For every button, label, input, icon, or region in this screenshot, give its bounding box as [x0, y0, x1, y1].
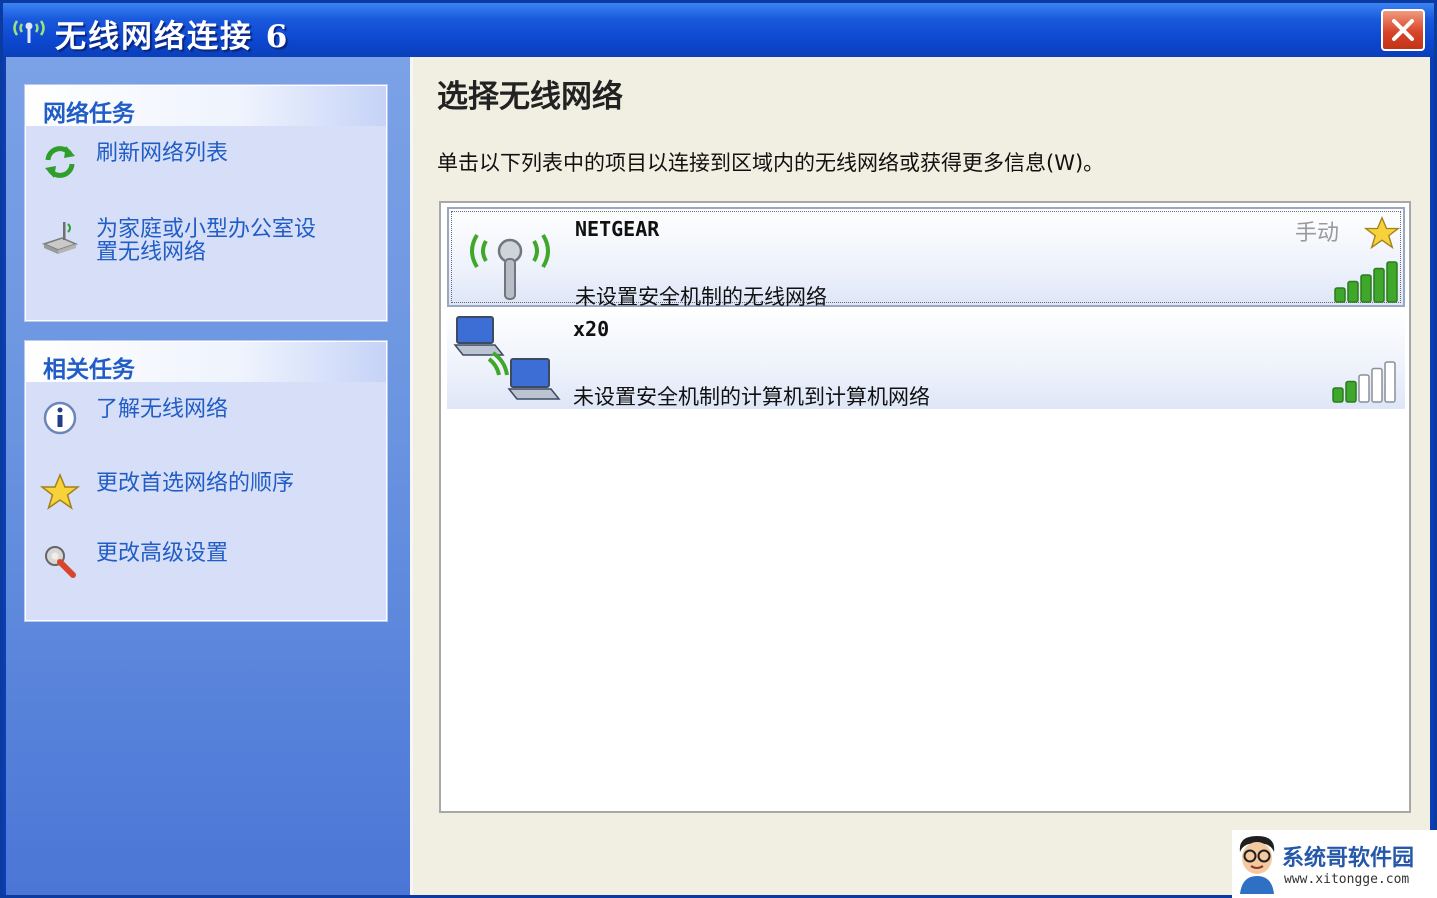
site-name: 系统哥软件园	[1282, 846, 1415, 871]
network-ssid: NETGEAR	[575, 217, 660, 241]
change-preferred-order-label: 更改首选网络的顺序	[96, 471, 295, 496]
signal-bar	[1334, 287, 1346, 303]
signal-bar	[1373, 267, 1385, 303]
refresh-network-list-label: 刷新网络列表	[96, 141, 229, 166]
network-item-netgear[interactable]: NETGEAR 未设置安全机制的无线网络 手动	[447, 207, 1405, 309]
network-item-x20[interactable]: x20 未设置安全机制的计算机到计算机网络	[447, 309, 1405, 409]
signal-bar	[1371, 367, 1383, 403]
signal-bar	[1332, 387, 1344, 403]
task-pane: 网络任务 刷新网络列表 为家庭或小型办公室设 置无线网络 相关任务 了解无线网络…	[6, 57, 410, 895]
window: 无线网络连接 6 网络任务 刷新网络列表 为家庭或小型办公室设 置无线网络 相关…	[0, 0, 1437, 898]
mascot-logo-icon	[1239, 836, 1275, 894]
wireless-network-list[interactable]: NETGEAR 未设置安全机制的无线网络 手动 x20 未设置安全机制的计算机到…	[439, 201, 1411, 813]
title-bar[interactable]: 无线网络连接 6	[3, 3, 1434, 57]
setup-home-network-label-line2: 置无线网络	[96, 240, 207, 265]
related-tasks-panel: 相关任务 了解无线网络 更改首选网络的顺序 更改高级设置	[25, 341, 387, 621]
setup-home-network-label: 为家庭或小型办公室设 置无线网络	[96, 218, 316, 264]
wireless-setup-icon	[41, 222, 79, 254]
window-content: 网络任务 刷新网络列表 为家庭或小型办公室设 置无线网络 相关任务 了解无线网络…	[6, 57, 1430, 895]
network-connection-mode: 手动	[1295, 221, 1340, 246]
setup-home-network-label-line1: 为家庭或小型办公室设	[96, 217, 317, 242]
signal-bar	[1345, 380, 1357, 403]
refresh-icon	[45, 146, 75, 178]
change-advanced-settings-label: 更改高级设置	[96, 541, 229, 566]
signal-bar	[1347, 280, 1359, 303]
page-title: 选择无线网络	[437, 79, 623, 115]
page-description: 单击以下列表中的项目以连接到区域内的无线网络或获得更多信息(W)。	[437, 151, 1105, 175]
advanced-settings-icon	[45, 546, 76, 578]
wireless-network-icon	[13, 20, 45, 43]
network-ssid: x20	[573, 317, 610, 341]
signal-bar	[1360, 274, 1372, 303]
network-security-status: 未设置安全机制的计算机到计算机网络	[573, 385, 930, 409]
main-pane: 选择无线网络 单击以下列表中的项目以连接到区域内的无线网络或获得更多信息(W)。…	[410, 57, 1430, 895]
network-tasks-panel: 网络任务 刷新网络列表 为家庭或小型办公室设 置无线网络	[25, 85, 387, 321]
learn-wireless-label: 了解无线网络	[96, 397, 229, 422]
wireless-antenna-icon	[470, 233, 550, 300]
signal-bar	[1386, 261, 1398, 303]
signal-strength-icon	[1332, 361, 1396, 403]
info-icon	[43, 401, 77, 435]
preferred-star-icon	[1363, 215, 1401, 250]
signal-bar	[1358, 374, 1370, 403]
network-tasks-header[interactable]: 网络任务	[26, 86, 386, 127]
site-url: www.xitongge.com	[1284, 872, 1410, 887]
window-title: 无线网络连接 6	[55, 19, 290, 55]
network-security-status: 未设置安全机制的无线网络	[575, 285, 827, 309]
close-button[interactable]	[1381, 9, 1425, 51]
signal-strength-icon	[1334, 261, 1398, 303]
site-watermark: 系统哥软件园 www.xitongge.com	[1232, 830, 1437, 898]
adhoc-computers-icon	[453, 316, 561, 400]
close-icon	[1392, 19, 1414, 41]
related-tasks-header[interactable]: 相关任务	[26, 342, 386, 383]
star-icon	[40, 473, 80, 510]
signal-bar	[1384, 361, 1396, 403]
